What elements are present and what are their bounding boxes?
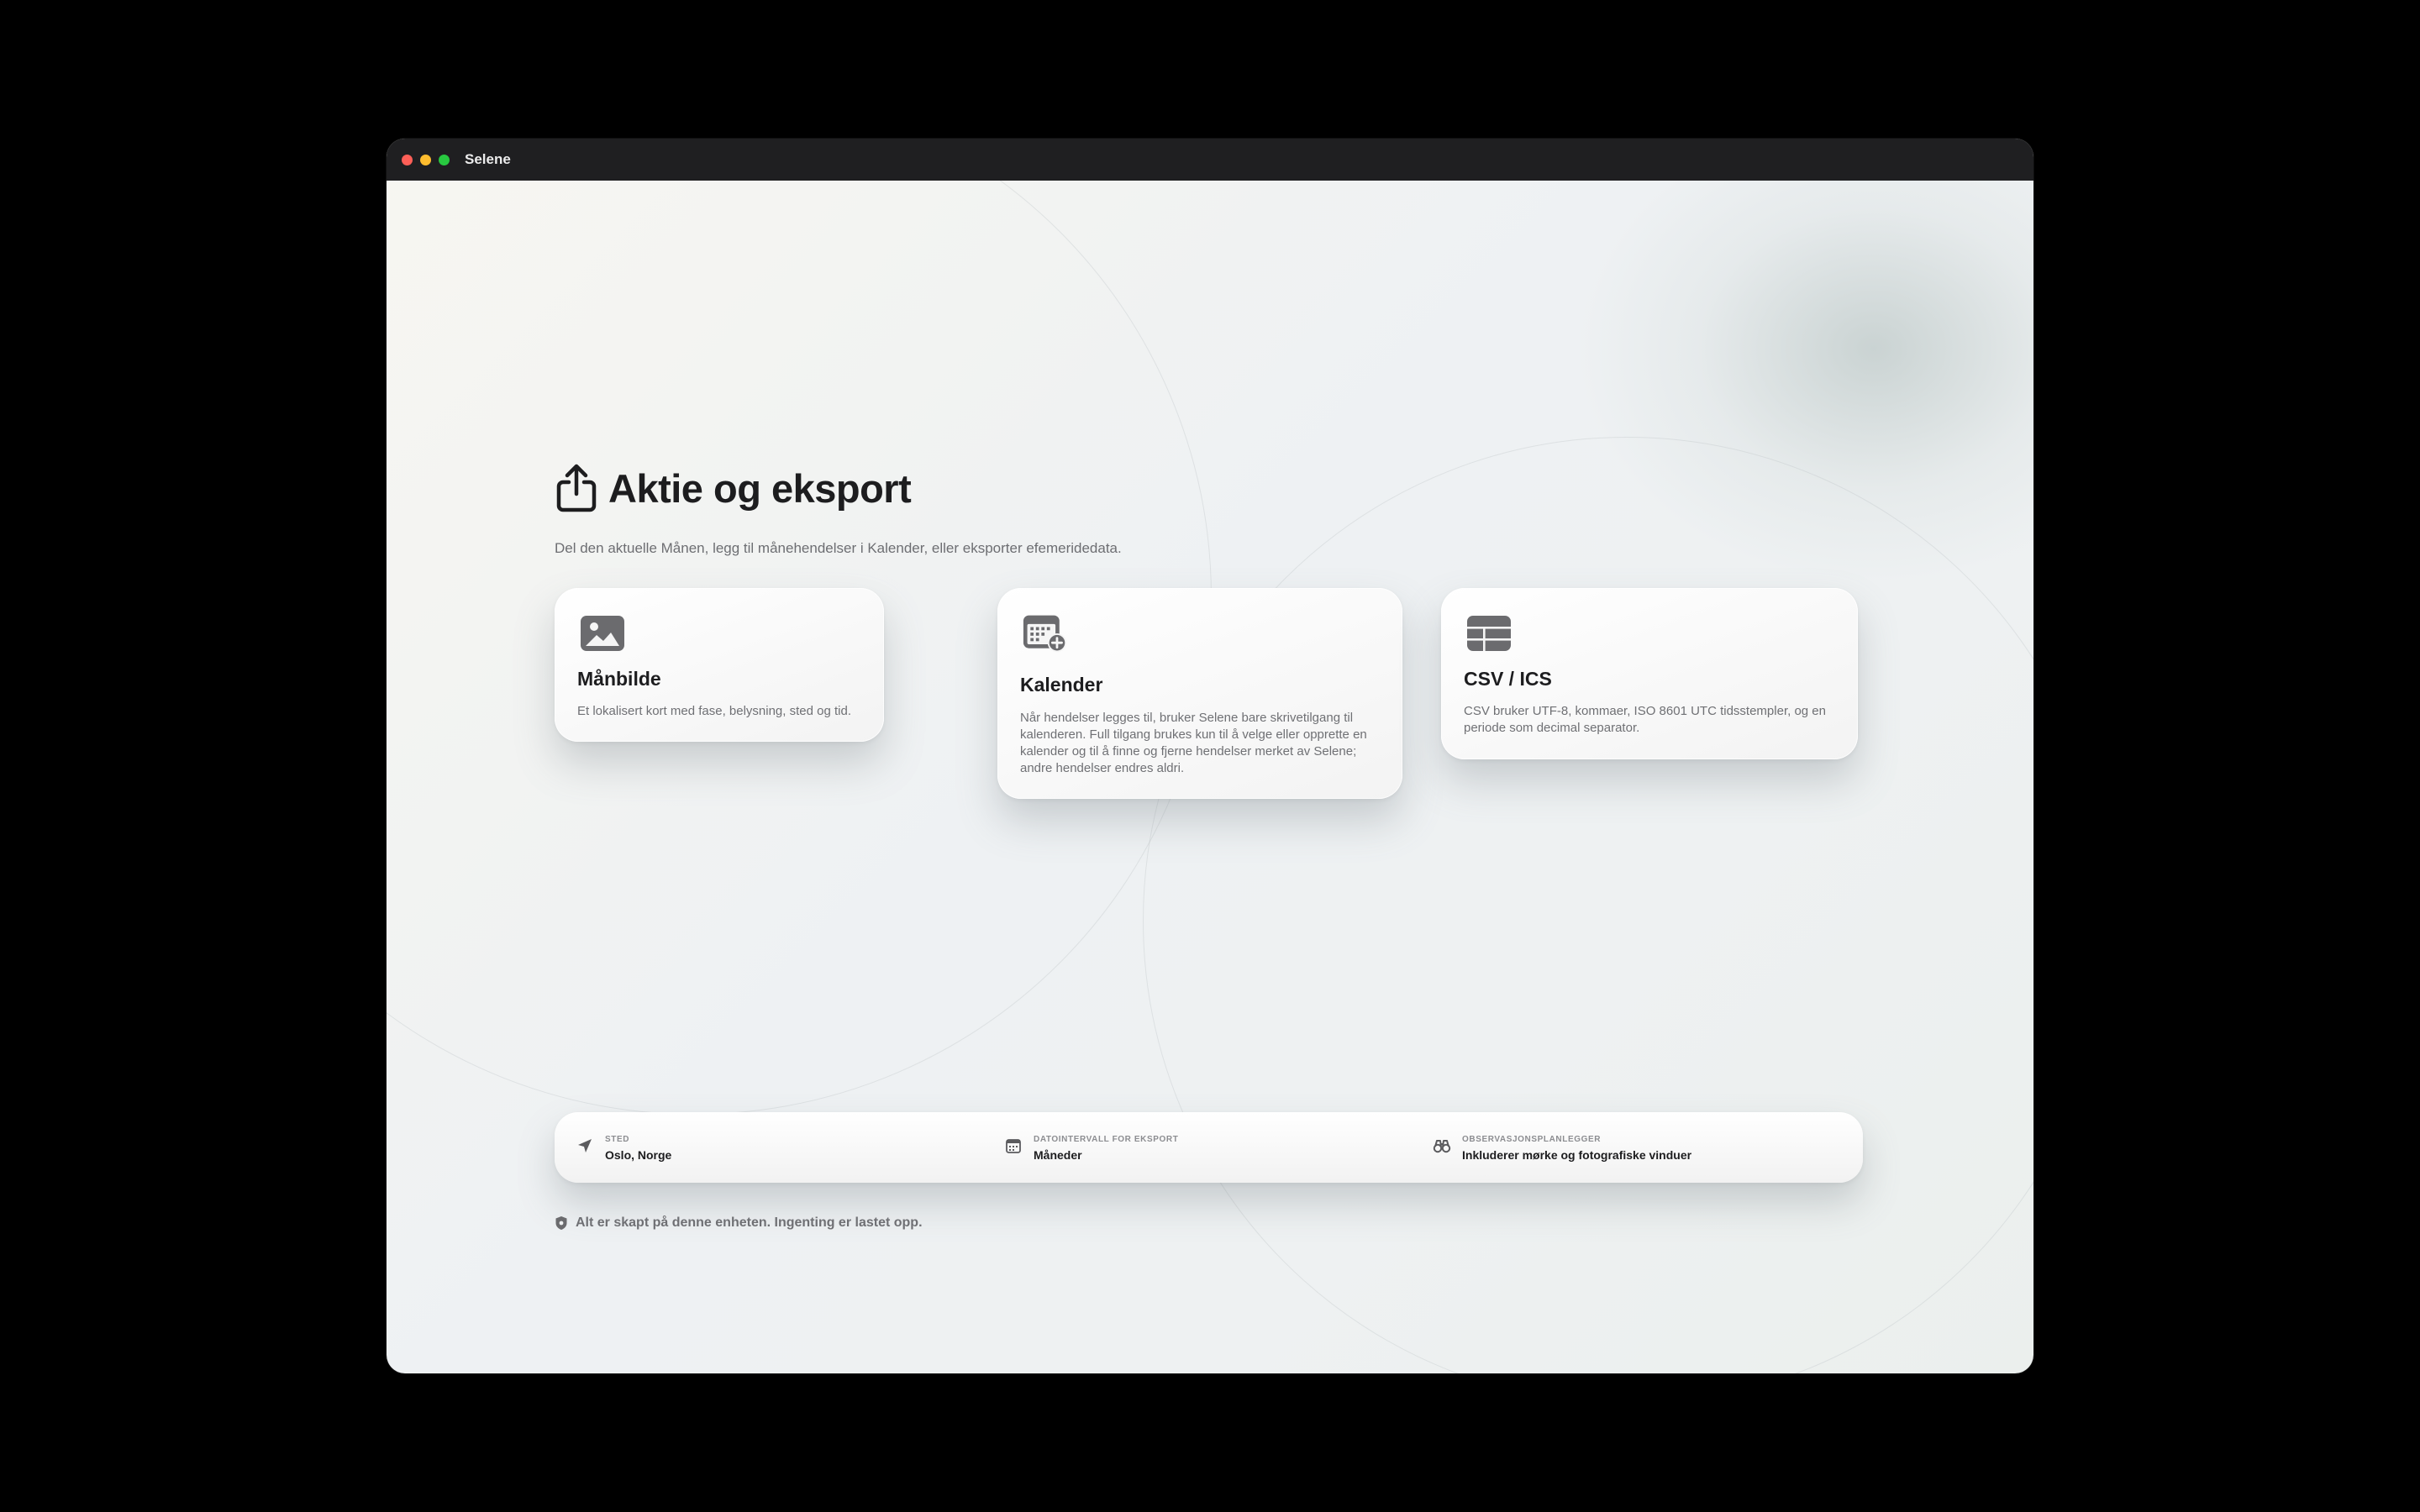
date-range-setting[interactable]: DATOINTERVALL FOR EKSPORT Måneder bbox=[1004, 1112, 1407, 1183]
binoculars-icon bbox=[1433, 1140, 1451, 1153]
card-title: Kalender bbox=[1020, 674, 1103, 696]
card-description: CSV bruker UTF-8, kommaer, ISO 8601 UTC … bbox=[1464, 704, 1826, 735]
info-label: OBSERVASJONSPLANLEGGER bbox=[1462, 1135, 1602, 1144]
card-title: Månbilde bbox=[577, 668, 661, 690]
table-icon bbox=[1467, 616, 1511, 651]
info-value: Inkluderer mørke og fotografiske vinduer bbox=[1462, 1148, 1692, 1162]
background-glow bbox=[1580, 181, 2033, 584]
app-window: Selene Aktie og eksport Del den aktuelle… bbox=[387, 139, 2033, 1373]
observation-planner-setting[interactable]: OBSERVASJONSPLANLEGGER Inkluderer mørke … bbox=[1433, 1112, 1844, 1183]
zoom-window-button[interactable] bbox=[439, 155, 450, 165]
shield-icon bbox=[555, 1216, 567, 1230]
main-content: Aktie og eksport Del den aktuelle Månen,… bbox=[387, 181, 2033, 1373]
page-header: Aktie og eksport bbox=[555, 462, 912, 514]
export-settings-bar: STED Oslo, Norge DATOINTERVALL FOR EKSPO… bbox=[555, 1112, 1863, 1183]
page-subtitle: Del den aktuelle Månen, legg til månehen… bbox=[555, 540, 1122, 556]
info-label: STED bbox=[605, 1135, 630, 1144]
info-value: Måneder bbox=[1034, 1148, 1082, 1162]
photo-icon bbox=[581, 616, 624, 651]
share-icon bbox=[556, 464, 597, 512]
location-arrow-icon bbox=[578, 1139, 592, 1152]
location-setting[interactable]: STED Oslo, Norge bbox=[576, 1112, 979, 1183]
card-title: CSV / ICS bbox=[1464, 668, 1552, 690]
privacy-note: Alt er skapt på denne enheten. Ingenting… bbox=[555, 1214, 923, 1232]
minimize-window-button[interactable] bbox=[420, 155, 431, 165]
card-description: Et lokalisert kort med fase, belysning, … bbox=[577, 704, 851, 718]
calendar-icon bbox=[1006, 1139, 1021, 1153]
info-value: Oslo, Norge bbox=[605, 1148, 672, 1162]
info-label: DATOINTERVALL FOR EKSPORT bbox=[1034, 1135, 1179, 1144]
csv-ics-card[interactable]: CSV / ICS CSV bruker UTF-8, kommaer, ISO… bbox=[1441, 588, 1858, 759]
window-title: Selene bbox=[465, 151, 511, 167]
card-description: Når hendelser legges til, bruker Selene … bbox=[1020, 711, 1367, 775]
moon-image-card[interactable]: Månbilde Et lokalisert kort med fase, be… bbox=[555, 588, 884, 742]
background-ring bbox=[1143, 437, 2033, 1373]
calendar-add-icon bbox=[1023, 615, 1067, 653]
calendar-card[interactable]: Kalender Når hendelser legges til, bruke… bbox=[997, 588, 1402, 799]
privacy-text: Alt er skapt på denne enheten. Ingenting… bbox=[576, 1215, 923, 1230]
title-bar: Selene bbox=[387, 139, 2033, 181]
page-title: Aktie og eksport bbox=[608, 465, 912, 511]
close-window-button[interactable] bbox=[402, 155, 413, 165]
